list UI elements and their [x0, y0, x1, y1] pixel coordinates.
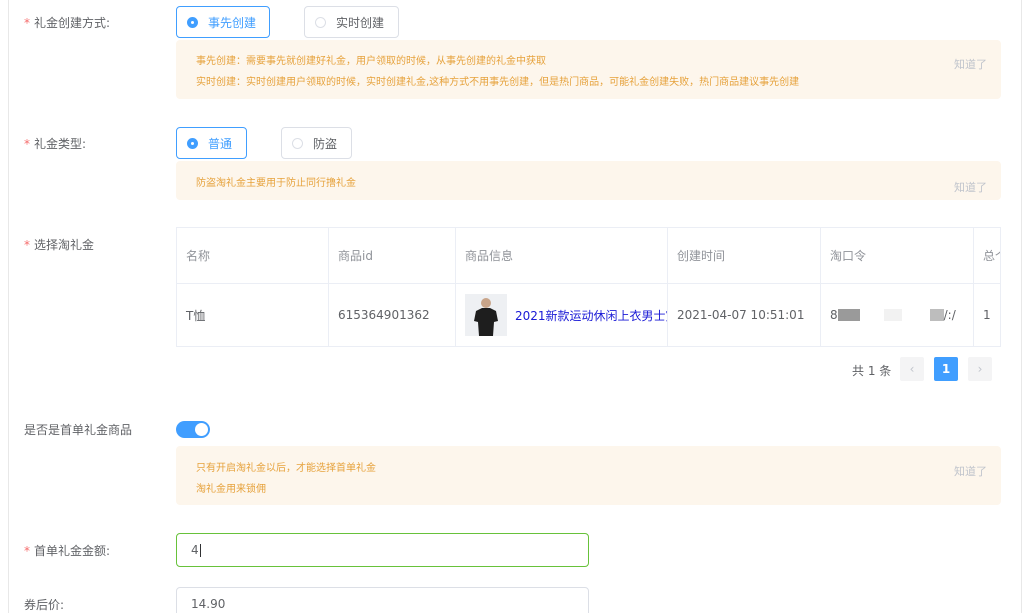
alert-close-button[interactable]: 知道了	[954, 56, 987, 72]
first-amount-input[interactable]: 4	[176, 533, 589, 567]
first-order-alert: 只有开启淘礼金以后，才能选择首单礼金 淘礼金用来锁佣 知道了	[176, 446, 1001, 505]
chevron-left-icon: ‹	[909, 362, 915, 376]
redacted-block	[837, 309, 860, 321]
first-order-label: 是否是首单礼金商品	[24, 423, 133, 437]
pagination-prev-button[interactable]: ‹	[900, 357, 924, 381]
radio-dot-checked-icon	[187, 16, 198, 28]
product-thumbnail	[465, 294, 507, 336]
creation-method-label: * 礼金创建方式:	[24, 16, 111, 30]
radio-normal[interactable]: 普通	[176, 127, 247, 159]
cell-product-info: 2021新款运动休闲上衣男士宽松	[456, 284, 668, 346]
creation-method-alert: 事先创建：需要事先就创建好礼金，用户领取的时候，从事先创建的礼金中获取 实时创建…	[176, 40, 1001, 99]
cell-token: 8 /:/	[821, 284, 974, 346]
table-row[interactable]: T恤 615364901362 2021新款运动休闲上衣男士宽松 2021-04…	[177, 284, 1000, 346]
pagination-next-button[interactable]: ›	[968, 357, 992, 381]
radio-precreate[interactable]: 事先创建	[176, 6, 270, 38]
first-amount-label: * 首单礼金金额:	[24, 544, 111, 558]
select-gift-label: * 选择淘礼金	[24, 238, 95, 252]
column-header: 商品id	[329, 228, 456, 283]
column-header: 创建时间	[668, 228, 821, 283]
radio-dot-icon	[292, 137, 303, 149]
after-coupon-label: 券后价:	[24, 598, 65, 612]
column-header: 淘口令	[821, 228, 974, 283]
cell-name: T恤	[177, 284, 329, 346]
tshirt-model-icon	[465, 294, 507, 336]
switch-knob	[195, 423, 208, 436]
pagination-page-1[interactable]: 1	[934, 357, 958, 381]
radio-dot-checked-icon	[187, 137, 198, 149]
column-header: 总个	[974, 228, 1000, 283]
chevron-right-icon: ›	[977, 362, 983, 376]
cell-total: 1	[974, 284, 1000, 346]
column-header: 名称	[177, 228, 329, 283]
pagination-total: 共 1 条	[852, 364, 892, 378]
gift-table: 名称 商品id 商品信息 创建时间 淘口令 总个 T恤 615364901362…	[176, 227, 1001, 347]
text-caret	[199, 543, 201, 557]
product-title-link[interactable]: 2021新款运动休闲上衣男士宽松	[515, 307, 667, 324]
gift-type-alert: 防盗淘礼金主要用于防止同行撸礼金 知道了	[176, 161, 1001, 200]
column-header: 商品信息	[456, 228, 668, 283]
table-header: 名称 商品id 商品信息 创建时间 淘口令 总个	[177, 228, 1000, 284]
gift-type-label: * 礼金类型:	[24, 137, 87, 151]
cell-created-at: 2021-04-07 10:51:01	[668, 284, 821, 346]
radio-dot-icon	[315, 16, 326, 28]
first-order-switch[interactable]	[176, 421, 210, 438]
alert-close-button[interactable]: 知道了	[954, 179, 987, 195]
radio-antitheft[interactable]: 防盗	[281, 127, 352, 159]
redacted-block	[883, 309, 902, 321]
alert-close-button[interactable]: 知道了	[954, 463, 987, 479]
redacted-block	[929, 309, 944, 321]
radio-realtime[interactable]: 实时创建	[304, 6, 399, 38]
after-coupon-input[interactable]: 14.90	[176, 587, 589, 613]
cell-product-id: 615364901362	[329, 284, 456, 346]
